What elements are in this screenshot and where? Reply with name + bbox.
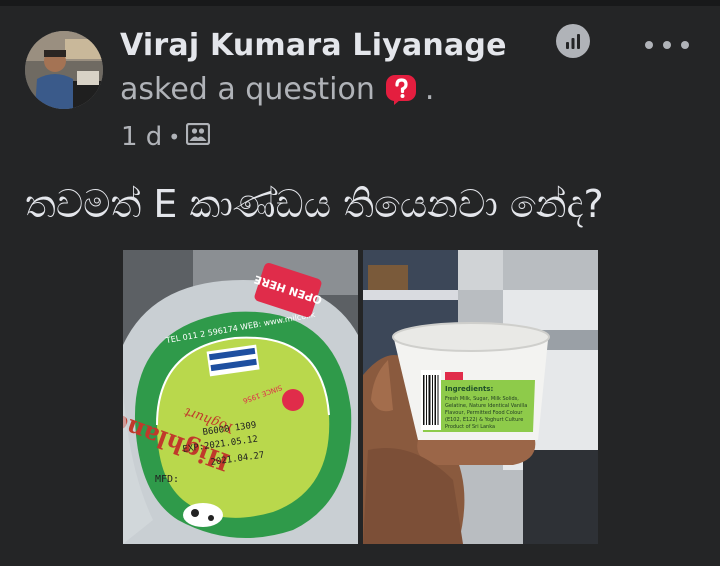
ingredients-line-1: Fresh Milk, Sugar, Milk Solids, — [445, 396, 519, 402]
ingredients-line-4: (E102, E122) & Yoghurt Culture — [445, 417, 523, 423]
more-dot — [663, 41, 671, 49]
top-divider — [0, 0, 720, 6]
post-photo-lid[interactable]: TEL 011 2 596174 WEB: www.milco.lk OPEN … — [123, 250, 358, 544]
ingredients-line-3: Flavour, Permitted Food Colour — [445, 410, 523, 416]
ingredients-line-5: Product of Sri Lanka — [445, 424, 495, 430]
post-photo-cup[interactable]: Ingredients: Fresh Milk, Sugar, Milk Sol… — [363, 250, 598, 544]
ingredients-label: Ingredients: — [445, 385, 493, 393]
question-badge-icon — [385, 74, 417, 106]
group-audience-icon — [186, 122, 211, 152]
mfd-label-text: MFD: — [155, 474, 179, 485]
avatar[interactable] — [25, 31, 103, 109]
more-dot — [645, 41, 653, 49]
more-dot — [681, 41, 689, 49]
insights-chart-icon[interactable] — [556, 24, 590, 58]
action-suffix: . — [424, 72, 435, 107]
ingredients-line-2: Gelatine, Nature Identical Vanilla — [445, 403, 527, 409]
post-action-line: asked a question . — [120, 72, 434, 107]
post-meta: 1 d • — [121, 122, 211, 152]
more-options-icon[interactable] — [645, 30, 689, 60]
action-text: asked a question — [120, 72, 375, 107]
post-text: තවමත් E කාණ්ඩය තියෙනවා නේද? — [25, 182, 604, 226]
author-name[interactable]: Viraj Kumara Liyanage — [120, 28, 507, 63]
meta-separator: • — [168, 125, 181, 149]
post-time[interactable]: 1 d — [121, 122, 162, 152]
